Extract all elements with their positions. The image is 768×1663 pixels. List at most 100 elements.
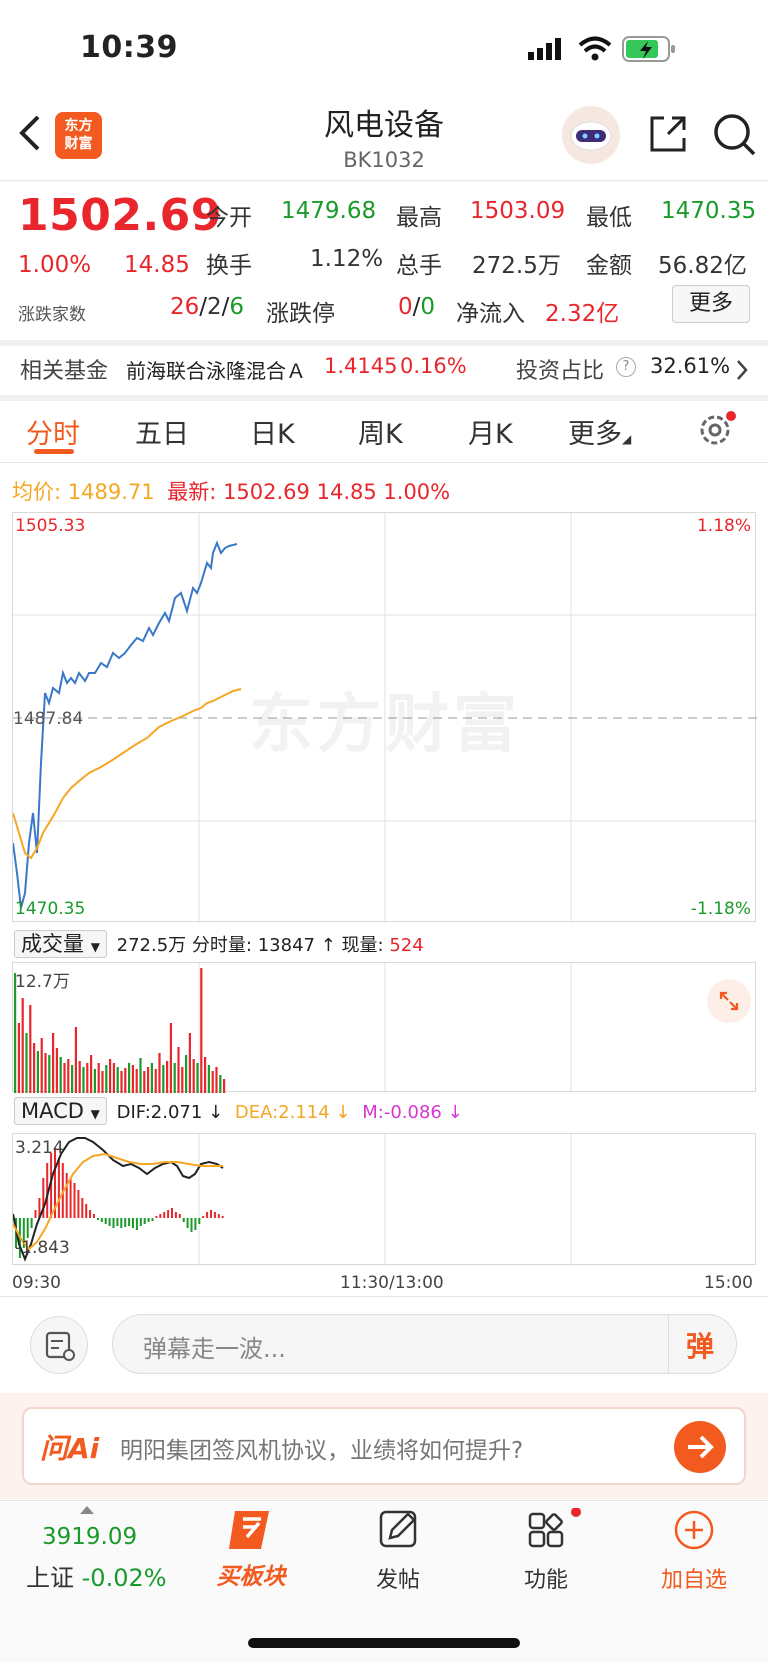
index-ticker[interactable]: 上证 -0.02% <box>26 1558 167 1593</box>
volume-bar <box>124 1068 127 1093</box>
chevron-right-icon <box>737 360 748 380</box>
volume-now-label: 现量: <box>341 935 384 956</box>
price-chart[interactable]: 东方财富 1505.33 1487.84 1470.35 1.18% -1.18… <box>12 512 757 923</box>
settings-icon[interactable] <box>697 410 737 454</box>
macd-bar <box>186 1218 189 1228</box>
volume-bar <box>59 1057 62 1093</box>
help-icon[interactable]: ? <box>616 357 636 377</box>
index-expand-icon[interactable] <box>80 1506 94 1514</box>
volume-bar <box>128 1063 131 1093</box>
pct-axis-bottom: -1.18% <box>690 899 751 919</box>
related-fund-row[interactable]: 相关基金 前海联合泳隆混合Ａ 1.4145 0.16% 投资占比 ? 32.61… <box>0 347 768 395</box>
volume-bar <box>188 1033 191 1093</box>
post-button[interactable]: 发帖 <box>338 1508 458 1594</box>
robot-assistant-icon[interactable] <box>562 106 620 164</box>
tab-weekly-k[interactable]: 周K <box>358 412 403 451</box>
macd-bar <box>124 1218 127 1227</box>
macd-bar <box>178 1214 181 1218</box>
volume-select-label: 成交量 <box>21 932 84 956</box>
ai-question-bar[interactable]: 问Ai 明阳集团签风机协议，业绩将如何提升? <box>22 1407 746 1485</box>
add-watchlist-button[interactable]: 加自选 <box>634 1508 754 1594</box>
macd-bottom-label: -1.843 <box>15 1238 70 1258</box>
tab-intraday[interactable]: 分时 <box>26 412 80 451</box>
volume-now-value: 524 <box>389 935 424 956</box>
tab-more-label: 更多 <box>568 419 622 450</box>
time-start: 09:30 <box>12 1273 61 1293</box>
danmu-input[interactable]: 弹幕走一波... 弹 <box>112 1314 737 1374</box>
volume-bar <box>211 1071 214 1093</box>
volume-bar <box>52 1033 55 1093</box>
macd-bar <box>120 1218 123 1228</box>
macd-bar <box>155 1216 158 1218</box>
volume-bar <box>204 1057 207 1093</box>
volume-bar <box>196 1063 199 1093</box>
macd-bar <box>116 1218 119 1226</box>
macd-bar <box>135 1218 138 1230</box>
volume-bar <box>154 1069 157 1093</box>
volume-bar <box>21 998 24 1093</box>
change-amount: 14.85 <box>124 252 190 278</box>
ai-send-button[interactable] <box>674 1421 726 1473</box>
chart-bottom-divider <box>0 1296 768 1297</box>
share-icon[interactable] <box>646 112 690 160</box>
macd-chart[interactable]: 3.214 -1.843 <box>12 1133 756 1266</box>
volume-bar <box>71 1065 74 1093</box>
home-indicator <box>248 1638 520 1648</box>
buy-sector-icon <box>229 1511 269 1549</box>
volume-bar <box>139 1058 142 1093</box>
y-axis-bottom: 1470.35 <box>15 899 86 919</box>
macd-bar <box>190 1218 193 1232</box>
comment-list-button[interactable] <box>30 1316 88 1374</box>
expand-icon[interactable] <box>707 979 751 1023</box>
ratio-label: 投资占比 <box>516 359 605 384</box>
macd-bar <box>202 1216 205 1218</box>
post-label: 发帖 <box>375 1568 420 1593</box>
ratio-value: 32.61% <box>650 354 731 378</box>
status-time: 10:39 <box>80 30 178 65</box>
tab-five-day[interactable]: 五日 <box>135 412 189 451</box>
macd-bar <box>163 1212 166 1218</box>
volume-bar <box>74 1027 77 1093</box>
buy-sector-button[interactable]: 买板块 <box>196 1505 306 1615</box>
macd-bar <box>69 1178 72 1218</box>
volume-bar <box>223 1079 226 1093</box>
tab-monthly-k[interactable]: 月K <box>468 412 513 451</box>
macd-bar <box>85 1204 88 1218</box>
function-label: 功能 <box>523 1568 568 1593</box>
volume-indicator-select[interactable]: 成交量 ▼ <box>14 930 107 958</box>
macd-bar <box>81 1198 84 1218</box>
inflow-value: 2.32亿 <box>545 301 620 327</box>
up-count: 26 <box>170 294 200 320</box>
tab-more[interactable]: 更多◢ <box>568 412 631 451</box>
macd-bar <box>108 1218 111 1226</box>
macd-bar <box>57 1158 60 1218</box>
volume-total: 272.5万 <box>116 935 187 956</box>
volume-bar <box>67 1059 70 1093</box>
tab-daily-k[interactable]: 日K <box>250 412 295 451</box>
chart-info-line: 均价: 1489.71 最新: 1502.69 14.85 1.00% <box>12 476 450 506</box>
volume-bar <box>97 1063 100 1093</box>
breadth-label: 涨跌家数 <box>18 305 86 325</box>
volume-value: 272.5万 <box>472 253 561 279</box>
limit-values: 0/0 <box>398 294 436 320</box>
caret-down-icon: ◢ <box>622 432 632 446</box>
macd-bar <box>194 1218 197 1230</box>
dea-value: DEA:2.114 <box>234 1102 330 1123</box>
macd-indicator-select[interactable]: MACD ▼ <box>14 1097 107 1125</box>
volume-bar <box>116 1067 119 1093</box>
function-button[interactable]: 功能 <box>486 1507 606 1594</box>
more-button[interactable]: 更多 <box>672 285 750 323</box>
macd-bar <box>213 1212 216 1218</box>
danmu-toggle-button[interactable]: 弹 <box>686 1325 714 1365</box>
grid-icon <box>528 1507 581 1548</box>
volume-chart[interactable]: 12.7万 <box>12 962 756 1093</box>
volume-bar <box>143 1071 146 1093</box>
dea-line <box>13 1152 223 1251</box>
last-pct: 1.00% <box>383 480 451 504</box>
search-icon[interactable] <box>712 112 758 162</box>
index-value[interactable]: 3919.09 <box>42 1524 137 1550</box>
macd-bar <box>96 1218 99 1220</box>
avg-value: 1489.71 <box>67 480 155 504</box>
macd-bar <box>65 1173 68 1218</box>
volume-bar <box>48 1055 51 1093</box>
